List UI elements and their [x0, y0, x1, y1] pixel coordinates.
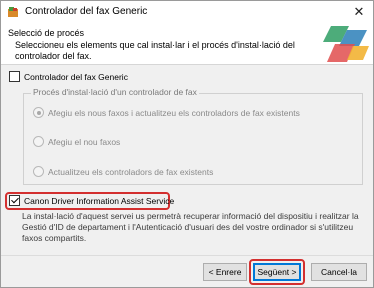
canon-service-description: La instal·lació d'aquest servei us perme…: [22, 211, 359, 243]
installer-app-icon: [8, 7, 18, 17]
next-button[interactable]: Següent >: [253, 263, 301, 281]
canon-service-label: Canon Driver Information Assist Service: [24, 195, 175, 206]
radio-add-and-update-button[interactable]: [33, 107, 44, 118]
close-icon: ✕: [353, 4, 365, 19]
page-description: Seleccioneu els elements que cal instal·…: [15, 40, 295, 61]
radio-update-existing[interactable]: Actualitzeu els controladors de fax exis…: [33, 166, 213, 177]
radio-update-existing-button[interactable]: [33, 166, 44, 177]
fax-driver-checkbox[interactable]: [9, 71, 20, 82]
radio-add-new-label: Afegiu el nou faxos: [48, 136, 121, 147]
title-bar: Controlador del fax Generic ✕: [1, 1, 373, 23]
fax-driver-option[interactable]: Controlador del fax Generic: [9, 71, 128, 82]
canon-service-option[interactable]: Canon Driver Information Assist Service: [9, 195, 174, 206]
radio-add-and-update[interactable]: Afegiu els nous faxos i actualitzeu els …: [33, 107, 300, 118]
radio-update-existing-label: Actualitzeu els controladors de fax exis…: [48, 166, 214, 177]
install-process-group-title: Procés d'instal·lació d'un controlador d…: [31, 87, 199, 97]
page-title: Selecció de procés: [8, 28, 85, 38]
back-button[interactable]: < Enrere: [203, 263, 247, 281]
radio-add-and-update-label: Afegiu els nous faxos i actualitzeu els …: [48, 107, 300, 118]
fax-driver-label: Controlador del fax Generic: [24, 71, 128, 82]
cancel-button[interactable]: Cancel·la: [311, 263, 367, 281]
footer-divider: [1, 255, 373, 256]
radio-add-new[interactable]: Afegiu el nou faxos: [33, 136, 120, 147]
installer-window: Controlador del fax Generic ✕ Selecció d…: [0, 0, 374, 288]
close-button[interactable]: ✕: [345, 1, 373, 23]
header-graphic-icon: [323, 26, 369, 62]
window-title: Controlador del fax Generic: [25, 6, 148, 17]
radio-add-new-button[interactable]: [33, 136, 44, 147]
wizard-header: Selecció de procés Seleccioneu els eleme…: [1, 23, 373, 65]
canon-service-checkbox[interactable]: [9, 195, 20, 206]
